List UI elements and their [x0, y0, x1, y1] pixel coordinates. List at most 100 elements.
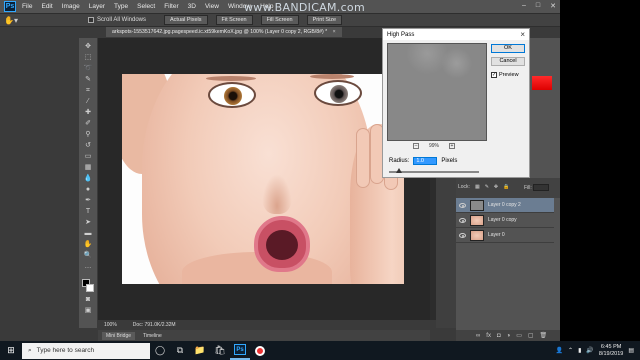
people-icon[interactable]: 👤 — [556, 347, 563, 354]
eyedropper-tool-icon[interactable]: ⁄ — [82, 97, 94, 107]
close-icon[interactable]: × — [520, 30, 525, 39]
lock-all-icon[interactable]: 🔒 — [503, 184, 509, 190]
close-button[interactable]: ✕ — [550, 2, 556, 10]
marquee-tool-icon[interactable]: ⬚ — [82, 53, 94, 63]
scroll-all-windows-checkbox[interactable]: Scroll All Windows — [88, 17, 146, 23]
visibility-eye-icon[interactable] — [459, 217, 466, 223]
volume-icon[interactable]: 🔊 — [586, 347, 593, 354]
color-ramp[interactable] — [532, 76, 552, 90]
checkbox-box[interactable] — [88, 17, 94, 23]
quick-select-tool-icon[interactable]: ✎ — [82, 75, 94, 85]
lasso-tool-icon[interactable]: ➰ — [82, 64, 94, 74]
dodge-tool-icon[interactable]: ● — [82, 185, 94, 195]
screen-mode-icon[interactable]: ▣ — [82, 306, 94, 316]
clock-time: 6:45 PM — [600, 343, 622, 350]
minimize-button[interactable]: – — [522, 2, 526, 10]
radius-slider-thumb[interactable] — [396, 168, 402, 173]
clone-stamp-tool-icon[interactable]: ⚲ — [82, 130, 94, 140]
background-color[interactable] — [86, 284, 94, 292]
adjustment-layer-icon[interactable]: ◑ — [507, 333, 511, 339]
healing-tool-icon[interactable]: ✚ — [82, 108, 94, 118]
network-icon[interactable]: ▮ — [578, 347, 581, 354]
shape-tool-icon[interactable]: ▬ — [82, 229, 94, 239]
quick-mask-icon[interactable]: ◙ — [82, 295, 94, 305]
notifications-icon[interactable]: ▤ — [628, 347, 634, 354]
explorer-icon[interactable]: 📁 — [190, 341, 210, 360]
check-icon[interactable]: ✓ — [491, 72, 497, 78]
hand-icon[interactable]: ✋▾ — [4, 16, 18, 25]
radius-label: Radius: — [389, 158, 410, 164]
store-icon[interactable]: 🛍 — [210, 341, 230, 360]
pen-tool-icon[interactable]: ✒ — [82, 196, 94, 206]
menu-filter[interactable]: Filter — [164, 3, 178, 10]
hand-tool-icon[interactable]: ✋ — [82, 240, 94, 250]
zoom-in-button[interactable]: + — [449, 143, 456, 149]
type-tool-icon[interactable]: T — [82, 207, 94, 217]
zoom-tool-icon[interactable]: 🔍 — [82, 251, 94, 261]
bandicam-taskbar-icon[interactable] — [250, 341, 270, 360]
layer-row[interactable]: Layer 0 copy — [456, 213, 554, 228]
maximize-button[interactable]: □ — [536, 2, 540, 10]
fit-screen-button[interactable]: Fit Screen — [215, 15, 253, 25]
menu-3d[interactable]: 3D — [188, 3, 196, 10]
cancel-button[interactable]: Cancel — [491, 57, 525, 66]
cortana-icon[interactable]: ◯ — [150, 341, 170, 360]
lock-pixels-icon[interactable]: ✎ — [485, 184, 489, 190]
menu-image[interactable]: Image — [62, 3, 80, 10]
menu-edit[interactable]: Edit — [41, 3, 52, 10]
visibility-eye-icon[interactable] — [459, 202, 466, 208]
dialog-title-bar[interactable]: High Pass × — [383, 29, 529, 40]
windows-start-icon[interactable]: ⊞ — [0, 341, 22, 360]
preview-checkbox[interactable]: ✓ Preview — [491, 72, 519, 78]
photoshop-taskbar-icon[interactable]: Ps — [230, 341, 250, 360]
zoom-out-button[interactable]: – — [413, 143, 419, 149]
new-layer-icon[interactable]: ▢ — [528, 332, 534, 339]
path-select-tool-icon[interactable]: ➤ — [82, 218, 94, 228]
menu-file[interactable]: File — [22, 3, 32, 10]
left-eye-shape — [208, 82, 256, 108]
radius-input[interactable]: 1.0 — [413, 157, 438, 165]
history-brush-tool-icon[interactable]: ↺ — [82, 141, 94, 151]
taskbar-search[interactable]: ⌕ Type here to search — [22, 342, 150, 359]
layer-name: Layer 0 — [488, 232, 505, 238]
more-tools-icon[interactable]: … — [82, 262, 94, 272]
visibility-eye-icon[interactable] — [459, 232, 466, 238]
zoom-level[interactable]: 100% — [104, 322, 117, 328]
ok-button[interactable]: OK — [491, 44, 525, 53]
menu-view[interactable]: View — [205, 3, 219, 10]
clock[interactable]: 6:45 PM 8/19/2019 — [599, 344, 623, 358]
doc-info[interactable]: Doc: 791.0K/2.32M — [133, 322, 176, 328]
task-view-icon[interactable]: ⧉ — [170, 341, 190, 360]
actual-pixels-button[interactable]: Actual Pixels — [164, 15, 208, 25]
layer-row[interactable]: Layer 0 — [456, 228, 554, 243]
chevron-up-icon[interactable]: ⌃ — [568, 347, 573, 354]
filter-preview[interactable] — [387, 43, 487, 141]
menu-layer[interactable]: Layer — [89, 3, 105, 10]
print-size-button[interactable]: Print Size — [306, 15, 343, 25]
group-icon[interactable]: ▭ — [516, 332, 522, 339]
lock-position-icon[interactable]: ✥ — [494, 184, 498, 190]
add-mask-icon[interactable]: ◘ — [497, 333, 501, 339]
tab-timeline[interactable]: Timeline — [139, 332, 166, 340]
link-layers-icon[interactable]: ∞ — [476, 333, 480, 339]
close-icon[interactable]: × — [333, 29, 336, 35]
gradient-tool-icon[interactable]: ▦ — [82, 163, 94, 173]
tab-mini-bridge[interactable]: Mini Bridge — [102, 331, 136, 340]
brush-tool-icon[interactable]: ✐ — [82, 119, 94, 129]
layer-style-icon[interactable]: fx — [486, 333, 491, 339]
document-tab[interactable]: arkspots-1553517642.jpg.pagespeed.ic.xt5… — [106, 27, 342, 37]
eraser-tool-icon[interactable]: ▭ — [82, 152, 94, 162]
fill-input[interactable] — [533, 184, 550, 191]
color-swatches[interactable] — [81, 278, 95, 294]
delete-layer-icon[interactable]: 🗑 — [540, 332, 548, 339]
lock-transparency-icon[interactable]: ▦ — [475, 184, 480, 190]
radius-slider[interactable] — [389, 168, 479, 173]
fill-screen-button[interactable]: Fill Screen — [260, 15, 299, 25]
layer-row[interactable]: Layer 0 copy 2 — [456, 198, 554, 213]
crop-tool-icon[interactable]: ⌗ — [82, 86, 94, 96]
menu-type[interactable]: Type — [114, 3, 128, 10]
menu-select[interactable]: Select — [137, 3, 155, 10]
blur-tool-icon[interactable]: 💧 — [82, 174, 94, 184]
photo-canvas[interactable] — [122, 74, 404, 284]
move-tool-icon[interactable]: ✥ — [82, 42, 94, 52]
